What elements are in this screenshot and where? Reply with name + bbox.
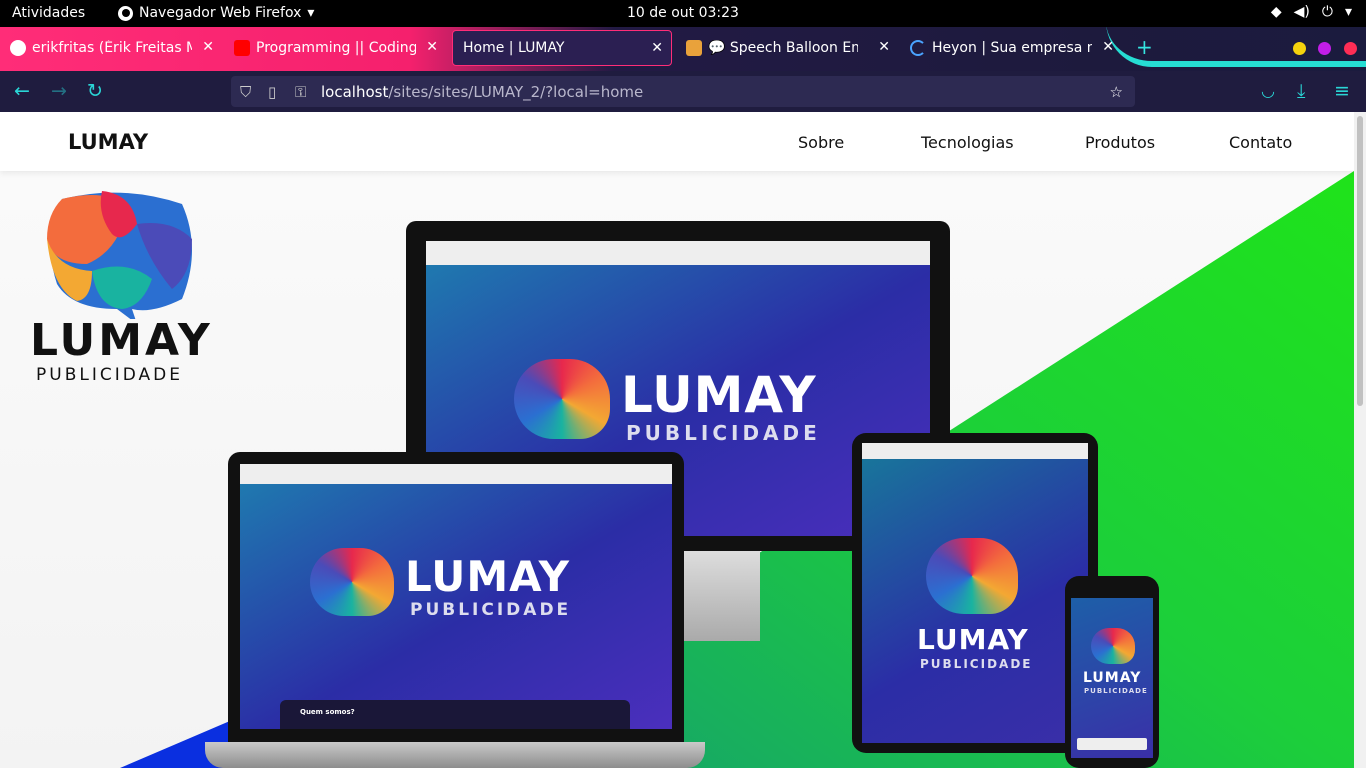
phone-screen: LUMAY PUBLICIDADE [1071, 598, 1153, 758]
logo-wordmark: LUMAY [30, 315, 213, 366]
close-icon[interactable]: ✕ [878, 39, 890, 55]
download-icon[interactable]: ⤓ [1297, 80, 1305, 102]
mockup-logo-subtitle: PUBLICIDADE [920, 657, 1033, 671]
mockup-bubble-icon [1091, 628, 1135, 664]
nav-link-sobre[interactable]: Sobre [798, 133, 844, 152]
mock-section-card: Quem somos? [280, 700, 630, 729]
reload-icon[interactable]: ↻ [87, 80, 103, 102]
minimize-button[interactable] [1293, 42, 1306, 55]
laptop-screen: LUMAY PUBLICIDADE Quem somos? [240, 464, 672, 729]
url-text[interactable]: localhost/sites/sites/LUMAY_2/?local=hom… [321, 83, 643, 101]
tab-github[interactable]: erikfritas (Érik Freitas Mo ✕ [0, 30, 222, 66]
tablet-mockup: LUMAY PUBLICIDADE [852, 433, 1098, 753]
mockup-logo-subtitle: PUBLICIDADE [1084, 687, 1148, 695]
wifi-icon: ◆ [1270, 4, 1282, 20]
nav-link-tecnologias[interactable]: Tecnologias [921, 133, 1014, 152]
lumay-logo: LUMAY PUBLICIDADE [30, 189, 210, 389]
volume-icon: ◀) [1293, 4, 1310, 20]
menu-icon[interactable]: ≡ [1334, 80, 1350, 102]
tab-title: 💬 Speech Balloon Emoji [708, 40, 858, 56]
mock-browser-chrome [240, 464, 672, 484]
mock-section-title: Quem somos? [300, 708, 355, 716]
bookmark-star-icon[interactable]: ☆ [1110, 83, 1123, 101]
speech-bubble-logo-icon [47, 191, 192, 319]
page-scrollbar[interactable] [1354, 112, 1366, 768]
logo-subtitle: PUBLICIDADE [36, 365, 183, 385]
close-icon[interactable]: ✕ [202, 39, 214, 55]
emojipedia-icon [686, 40, 702, 56]
firefox-icon [118, 5, 133, 21]
tab-youtube[interactable]: Programming || Coding || ✕ [224, 30, 446, 66]
forward-arrow-icon[interactable]: → [51, 80, 67, 102]
close-icon[interactable]: ✕ [1102, 39, 1114, 55]
close-window-button[interactable] [1344, 42, 1357, 55]
web-page: LUMAY Sobre Tecnologias Produtos Contato [0, 112, 1354, 768]
activities-button[interactable]: Atividades [12, 5, 85, 21]
nav-link-produtos[interactable]: Produtos [1085, 133, 1155, 152]
tab-title: Home | LUMAY [463, 40, 565, 56]
scrollbar-thumb[interactable] [1357, 116, 1363, 406]
youtube-icon [234, 40, 250, 56]
close-icon[interactable]: ✕ [426, 39, 438, 55]
tab-title: Programming || Coding || [256, 40, 416, 56]
system-top-bar: Atividades Navegador Web Firefox ▾ 10 de… [0, 0, 1366, 27]
laptop-keyboard-base [205, 742, 705, 768]
mock-browser-chrome [862, 443, 1088, 459]
new-tab-button[interactable]: + [1136, 35, 1153, 59]
tablet-screen: LUMAY PUBLICIDADE [862, 443, 1088, 743]
mockup-logo-text: LUMAY [621, 366, 817, 424]
mockup-logo-text: LUMAY [405, 552, 571, 601]
page-icon[interactable]: ▯ [268, 83, 276, 101]
loading-icon [910, 40, 926, 56]
mock-mobile-urlbar [1077, 738, 1147, 750]
site-brand[interactable]: LUMAY [68, 130, 148, 154]
mock-browser-chrome [426, 241, 930, 265]
nav-link-contato[interactable]: Contato [1229, 133, 1292, 152]
app-menu[interactable]: Navegador Web Firefox ▾ [118, 5, 314, 21]
chevron-down-icon: ▾ [1344, 4, 1352, 20]
close-icon[interactable]: ✕ [651, 40, 663, 56]
tab-strip: erikfritas (Érik Freitas Mo ✕ Programmin… [0, 27, 1366, 71]
back-arrow-icon[interactable]: ← [14, 80, 30, 102]
laptop-mockup: LUMAY PUBLICIDADE Quem somos? [228, 452, 684, 742]
mockup-bubble-icon [514, 359, 610, 439]
shield-icon[interactable]: ⛉ [240, 83, 251, 101]
permissions-icon[interactable]: ⚿ [295, 83, 306, 101]
tab-title: Heyon | Sua empresa no [932, 40, 1092, 56]
power-icon: ⏻ [1321, 4, 1333, 20]
tab-heyon[interactable]: Heyon | Sua empresa no ✕ [900, 30, 1122, 66]
phone-mockup: LUMAY PUBLICIDADE [1065, 576, 1159, 768]
mockup-logo-subtitle: PUBLICIDADE [626, 421, 821, 445]
site-header: LUMAY Sobre Tecnologias Produtos Contato [0, 112, 1354, 171]
url-bar[interactable]: ⛉ ▯ ⚿ localhost/sites/sites/LUMAY_2/?loc… [231, 76, 1135, 107]
tab-emojipedia[interactable]: 💬 Speech Balloon Emoji ✕ [676, 30, 898, 66]
system-tray[interactable]: ◆ ◀) ⏻ ▾ [1271, 4, 1352, 20]
pocket-icon[interactable]: ◡ [1261, 80, 1275, 102]
app-name: Navegador Web Firefox [139, 5, 302, 21]
tab-lumay-active[interactable]: Home | LUMAY ✕ [452, 30, 672, 66]
mockup-bubble-icon [310, 548, 394, 616]
mockup-logo-text: LUMAY [1083, 670, 1142, 686]
tab-title: erikfritas (Érik Freitas Mo [32, 40, 192, 56]
mockup-logo-text: LUMAY [917, 623, 1029, 656]
chevron-down-icon: ▾ [307, 5, 315, 21]
nav-toolbar: ← → ↻ ⛉ ▯ ⚿ localhost/sites/sites/LUMAY_… [0, 71, 1366, 112]
maximize-button[interactable] [1318, 42, 1331, 55]
hero-section: LUMAY PUBLICIDADE LUMAY PUBLICIDADE LUMA… [0, 171, 1354, 768]
mockup-bubble-icon [926, 538, 1018, 614]
github-icon [10, 40, 26, 56]
mockup-logo-subtitle: PUBLICIDADE [410, 600, 572, 620]
